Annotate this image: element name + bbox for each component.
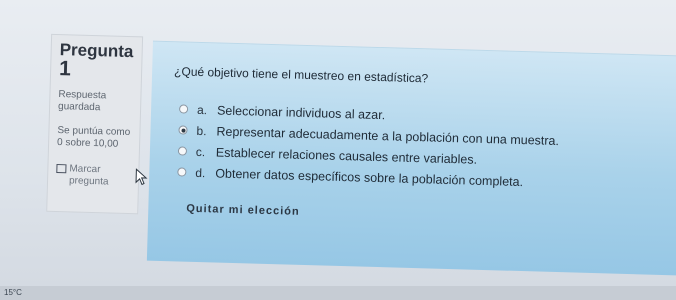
mouse-pointer-icon bbox=[135, 168, 148, 186]
answer-radio-b[interactable] bbox=[178, 125, 188, 135]
question-info: Pregunta 1 Respuesta guardada Se puntúa … bbox=[46, 33, 144, 215]
answer-radio-c[interactable] bbox=[177, 146, 188, 156]
weather-temperature: 15°C bbox=[4, 288, 22, 297]
answer-options: a. Seleccionar individuos al azar. b. Re… bbox=[177, 98, 560, 193]
question-number: 1 bbox=[58, 57, 72, 81]
answer-text[interactable]: Obtener datos específicos sobre la pobla… bbox=[215, 166, 523, 189]
answer-letter: c. bbox=[195, 144, 206, 159]
answer-radio-d[interactable] bbox=[177, 167, 187, 177]
answer-letter: a. bbox=[196, 102, 208, 117]
question-score: Se puntúa como 0 sobre 10,00 bbox=[56, 125, 131, 150]
clear-choice-link[interactable]: Quitar mi elección bbox=[186, 203, 300, 218]
flag-question-link[interactable]: Marcar pregunta bbox=[56, 163, 131, 189]
answer-radio-a[interactable] bbox=[178, 104, 189, 114]
flag-question-label: Marcar pregunta bbox=[68, 163, 109, 188]
answer-letter: b. bbox=[196, 123, 207, 138]
answer-text[interactable]: Seleccionar individuos al azar. bbox=[217, 103, 385, 122]
question-formulation: ¿Qué objetivo tiene el muestreo en estad… bbox=[146, 40, 676, 277]
answer-letter: d. bbox=[195, 165, 206, 180]
taskbar bbox=[0, 286, 676, 300]
flag-icon bbox=[56, 164, 67, 174]
quiz-page: Pregunta 1 Respuesta guardada Se puntúa … bbox=[0, 0, 676, 300]
question-text: ¿Qué objetivo tiene el muestreo en estad… bbox=[173, 64, 429, 86]
answer-status: Respuesta guardada bbox=[57, 89, 107, 114]
